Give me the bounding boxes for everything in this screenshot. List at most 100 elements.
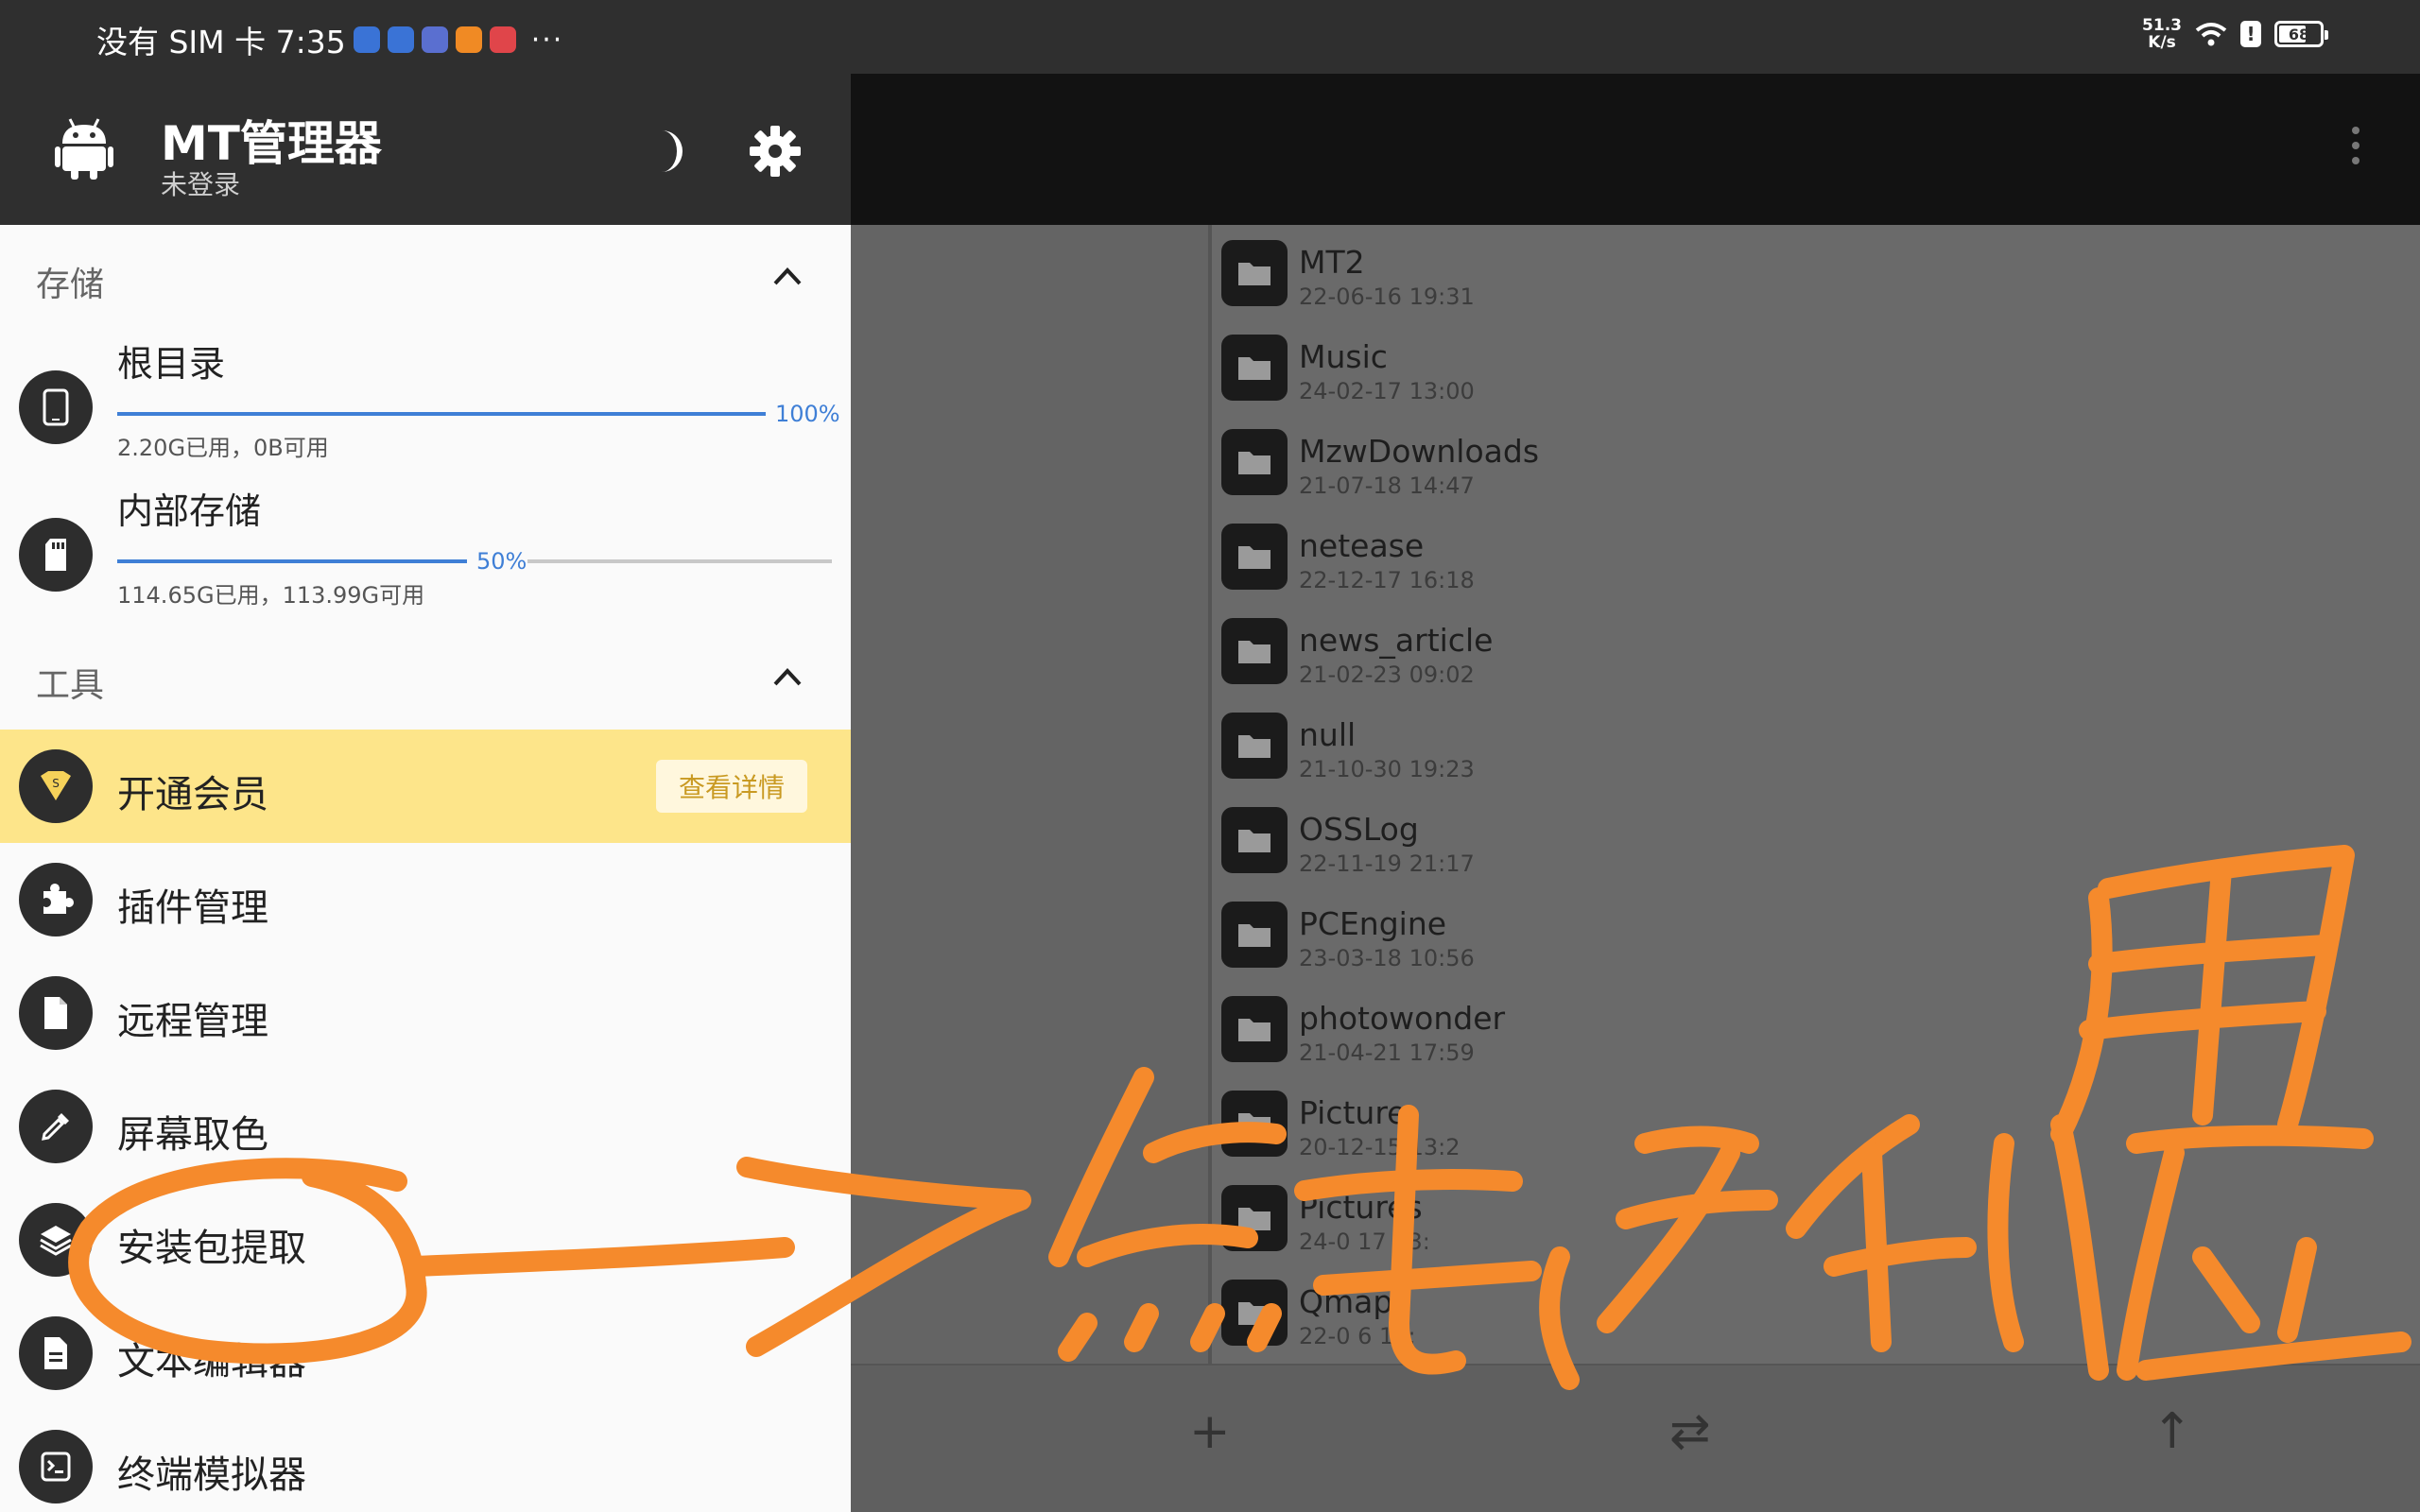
tool-label: 终端模拟器 (117, 1453, 306, 1497)
file-name: Music (1299, 338, 1388, 375)
swap-icon[interactable]: ⇄ (1669, 1403, 1711, 1460)
file-date: 20-12-15 13:2 (1299, 1134, 1461, 1160)
storage-info: 114.65G已用，113.99G可用 (117, 582, 425, 609)
file-date: 24-0 17 13: (1299, 1228, 1430, 1255)
file-date: 21-07-18 14:47 (1299, 472, 1475, 499)
folder-icon (1221, 335, 1288, 401)
up-arrow-icon[interactable]: ↑ (2152, 1403, 2193, 1460)
file-row[interactable]: Pictures 24-0 17 13: (1212, 1170, 2420, 1264)
battery-icon: 68 (2274, 21, 2328, 47)
file-date: 22-11-19 21:17 (1299, 850, 1475, 877)
file-row[interactable]: Picture 20-12-15 13:2 (1212, 1075, 2420, 1170)
vip-item[interactable]: S 开通会员 查看详情 (0, 730, 851, 843)
file-date: 24-02-17 13:00 (1299, 378, 1475, 404)
file-row[interactable]: photowonder 21-04-21 17:59 (1212, 981, 2420, 1075)
storage-progress-internal (117, 559, 467, 563)
file-date: 21-02-23 09:02 (1299, 662, 1475, 688)
more-notifications-icon: ··· (530, 23, 564, 57)
file-date: 21-10-30 19:23 (1299, 756, 1475, 782)
file-row[interactable]: MT2 22-06-16 19:31 (1212, 225, 2420, 319)
navigation-drawer: MT管理器 未登录 存储 根目录 100% 2.20G已用，0B可用 内部存储 … (0, 74, 851, 1512)
settings-gear-icon[interactable] (747, 123, 804, 180)
storage-percent: 100% (775, 401, 840, 427)
file-row[interactable]: news_article 21-02-23 09:02 (1212, 603, 2420, 697)
view-details-button[interactable]: 查看详情 (656, 760, 807, 813)
file-date: 21-04-21 17:59 (1299, 1040, 1475, 1066)
music-app-icon (421, 26, 448, 53)
puzzle-icon (19, 863, 93, 936)
storage-section-header[interactable]: 存储 (0, 225, 851, 329)
folder-icon (1221, 429, 1288, 495)
file-date: 22-12-17 16:18 (1299, 567, 1475, 593)
tool-terminal[interactable]: 终端模拟器 (0, 1410, 851, 1512)
storage-name: 内部存储 (117, 490, 262, 532)
video-app-icon (455, 26, 482, 53)
file-name: Picture (1299, 1094, 1407, 1131)
status-bar: 没有 SIM 卡 7:35 ··· 51.3 K/s ! 68 (0, 0, 2420, 74)
file-name: Pictures (1299, 1189, 1423, 1226)
file-name: netease (1299, 527, 1425, 564)
tool-apk-extract[interactable]: 安装包提取 (0, 1183, 851, 1297)
android-icon (55, 118, 113, 180)
folder-icon (1221, 902, 1288, 968)
phone-icon (19, 370, 93, 444)
tool-label: 插件管理 (117, 886, 268, 930)
storage-progress-fill (117, 559, 467, 563)
layers-icon (19, 1203, 93, 1277)
file-name: news_article (1299, 622, 1494, 659)
storage-name: 根目录 (117, 343, 226, 385)
baidu-app-icon (353, 26, 380, 53)
net-speed-unit: K/s (2148, 33, 2176, 52)
net-speed-value: 51.3 (2142, 16, 2182, 35)
tool-label: 文本编辑器 (117, 1340, 306, 1383)
file-row[interactable]: PCEngine 23-03-18 10:56 (1212, 886, 2420, 981)
tools-section-header[interactable]: 工具 (0, 626, 851, 730)
night-mode-icon[interactable] (633, 123, 690, 180)
file-row[interactable]: Qmap 22-0 6 19: (1212, 1264, 2420, 1359)
file-name: MzwDownloads (1299, 433, 1540, 470)
vip-diamond-icon: S (19, 749, 93, 823)
login-status[interactable]: 未登录 (161, 164, 240, 202)
tool-label: 远程管理 (117, 1000, 268, 1043)
vip-label: 开通会员 (117, 773, 268, 816)
tool-label: 安装包提取 (117, 1227, 306, 1270)
add-icon[interactable]: + (1189, 1403, 1231, 1460)
folder-icon (1221, 807, 1288, 873)
baidu-app-icon-2 (387, 26, 414, 53)
folder-icon (1221, 713, 1288, 779)
chevron-up-icon[interactable] (771, 265, 804, 287)
file-row[interactable]: Music 24-02-17 13:00 (1212, 319, 2420, 414)
store-app-icon (489, 26, 516, 53)
folder-icon (1221, 618, 1288, 684)
eyedropper-icon (19, 1090, 93, 1163)
folder-icon (1221, 240, 1288, 306)
battery-level: 68 (2288, 25, 2310, 43)
net-speed: 51.3 K/s (2142, 17, 2182, 51)
status-left: 没有 SIM 卡 7:35 ··· (96, 17, 563, 62)
tool-text-editor[interactable]: 文本编辑器 (0, 1297, 851, 1410)
file-date: 22-06-16 19:31 (1299, 284, 1475, 310)
file-name: OSSLog (1299, 811, 1419, 848)
file-row[interactable]: null 21-10-30 19:23 (1212, 697, 2420, 792)
wifi-icon (2195, 23, 2227, 46)
document-icon (19, 1316, 93, 1390)
folder-icon (1221, 1280, 1288, 1346)
file-name: null (1299, 716, 1357, 753)
tool-color-picker[interactable]: 屏幕取色 (0, 1070, 851, 1183)
storage-progress-root (117, 412, 766, 416)
tool-plugin-manager[interactable]: 插件管理 (0, 843, 851, 956)
sd-card-icon (19, 518, 93, 592)
folder-icon (1221, 996, 1288, 1062)
more-vert-icon[interactable] (2346, 127, 2365, 174)
alert-icon: ! (2240, 21, 2261, 47)
folder-icon (1221, 1091, 1288, 1157)
file-name: photowonder (1299, 1000, 1506, 1037)
tool-remote-manager[interactable]: 远程管理 (0, 956, 851, 1070)
file-row[interactable]: netease 22-12-17 16:18 (1212, 508, 2420, 603)
terminal-icon (19, 1430, 93, 1503)
file-row[interactable]: OSSLog 22-11-19 21:17 (1212, 792, 2420, 886)
chevron-up-icon[interactable] (771, 665, 804, 688)
svg-text:S: S (52, 777, 60, 790)
file-row[interactable]: MzwDownloads 21-07-18 14:47 (1212, 414, 2420, 508)
file-name: MT2 (1299, 244, 1365, 281)
